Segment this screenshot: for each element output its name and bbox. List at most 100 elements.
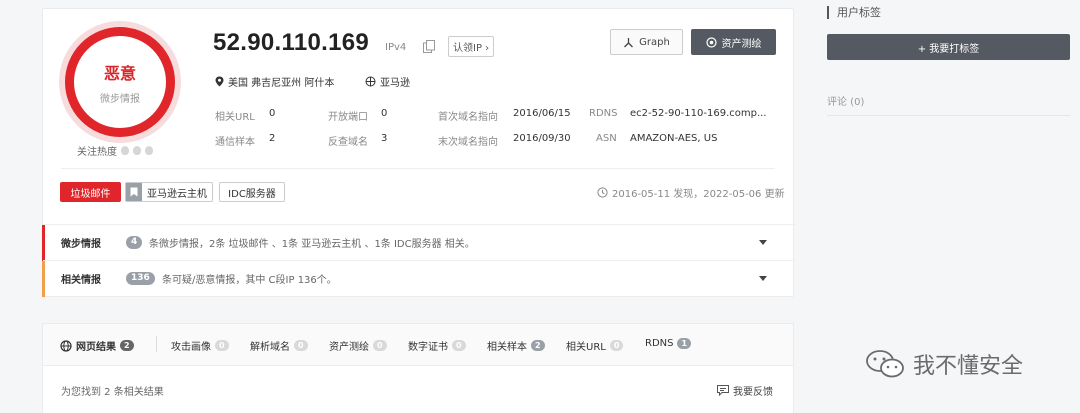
- tab-label: 资产测绘: [329, 342, 369, 353]
- user-tags-title: 用户标签: [827, 6, 881, 19]
- stat-value: 3: [381, 133, 388, 144]
- tab-count: 0: [373, 340, 387, 351]
- tab-count: 0: [215, 340, 229, 351]
- network-icon: [365, 76, 376, 87]
- stat-label: 末次域名指向: [438, 137, 498, 148]
- threat-level: 恶意: [103, 63, 136, 83]
- tab-label: RDNS: [645, 338, 674, 349]
- related-count: 136: [126, 272, 155, 285]
- threat-level-badge: 恶意 微步情报: [65, 27, 175, 137]
- page: 恶意 微步情报 关注热度 52.90.110.169 IPv4 认领IP › G…: [0, 0, 1080, 413]
- ip-summary-card: 恶意 微步情报 关注热度 52.90.110.169 IPv4 认领IP › G…: [42, 8, 795, 297]
- stat-value: 2: [269, 133, 276, 144]
- radar-icon: [705, 36, 717, 48]
- tab-label: 解析域名: [250, 342, 290, 353]
- graph-button[interactable]: Graph: [610, 29, 683, 55]
- tab-attack-profile[interactable]: 攻击画像 0: [171, 338, 229, 353]
- stat-last-dns: 末次域名指向 2016/09/30: [438, 133, 571, 148]
- stat-value: 2016/09/30: [513, 133, 571, 144]
- tabs-card: 网页结果 2 攻击画像 0 解析域名 0 资产测绘 0 数字证书 0 相关样本: [42, 323, 794, 413]
- related-intel-row[interactable]: 相关情报 136 条可疑/恶意情报，其中 C段IP 136个。: [42, 260, 795, 297]
- wechat-icon: [866, 350, 904, 378]
- caret-down-icon[interactable]: [759, 240, 767, 245]
- comments-label[interactable]: 评论 (0): [827, 93, 864, 108]
- caret-down-icon[interactable]: [759, 276, 767, 281]
- tab-count: 2: [120, 340, 134, 351]
- watermark-text: 我不懂安全: [913, 354, 1024, 379]
- tag-aws[interactable]: 亚马逊云主机: [125, 182, 213, 202]
- isp-text: 亚马逊: [380, 78, 410, 89]
- timestamps-text: 2016-05-11 发现，2022-05-06 更新: [612, 189, 785, 200]
- stat-value: 0: [269, 108, 276, 119]
- tab-label: 相关URL: [566, 342, 606, 353]
- intel-desc: 条微步情报，2条 垃圾邮件 、1条 亚马逊云主机 、1条 IDC服务器 相关。: [149, 239, 475, 250]
- copy-icon[interactable]: [423, 40, 435, 53]
- divider: [61, 168, 775, 169]
- tab-certificates[interactable]: 数字证书 0: [408, 338, 466, 353]
- intel-count: 4: [126, 236, 143, 249]
- tab-rdns[interactable]: RDNS 1: [645, 338, 692, 349]
- divider: [156, 336, 157, 352]
- graph-icon: [624, 37, 634, 47]
- location-text: 美国 弗吉尼亚州 阿什本: [228, 78, 335, 89]
- stat-asn: ASN AMAZON-AES, US: [596, 133, 717, 144]
- ip-address: 52.90.110.169: [213, 29, 370, 56]
- tag-aws-label: 亚马逊云主机: [147, 188, 207, 200]
- tab-label: 网页结果: [76, 342, 116, 353]
- bookmark-icon: [126, 183, 142, 201]
- stat-open-ports: 开放端口 0: [328, 108, 387, 123]
- stat-label: ASN: [596, 133, 617, 144]
- threat-source: 微步情报: [100, 93, 140, 105]
- stat-value: AMAZON-AES, US: [630, 133, 718, 144]
- tab-resolved-domains[interactable]: 解析域名 0: [250, 338, 308, 353]
- comment-icon: [717, 385, 729, 396]
- tab-label: 相关样本: [487, 342, 527, 353]
- globe-icon: [60, 339, 72, 352]
- stat-label: 反查域名: [328, 137, 368, 148]
- stat-value: ec2-52-90-110-169.comp...: [630, 108, 767, 119]
- feedback-button[interactable]: 我要反馈: [717, 383, 773, 398]
- clock-icon: [597, 187, 608, 198]
- location-pin-icon: [215, 76, 224, 87]
- severity-bar: [42, 225, 45, 261]
- stat-label: 开放端口: [328, 112, 368, 123]
- graph-button-label: Graph: [639, 36, 670, 48]
- tab-related-url[interactable]: 相关URL 0: [566, 338, 624, 353]
- ip-version: IPv4: [385, 42, 407, 53]
- related-desc: 条可疑/恶意情报，其中 C段IP 136个。: [162, 275, 337, 286]
- stat-comm-samples: 通信样本 2: [215, 133, 275, 148]
- tag-spam[interactable]: 垃圾邮件: [60, 182, 121, 202]
- isp: 亚马逊: [365, 74, 410, 89]
- claim-ip-button[interactable]: 认领IP ›: [448, 36, 495, 57]
- related-title: 相关情报: [61, 275, 101, 286]
- asset-mapping-button[interactable]: 资产测绘: [691, 29, 776, 55]
- stat-value: 0: [381, 108, 388, 119]
- tab-count: 0: [609, 340, 624, 351]
- severity-bar: [42, 261, 45, 297]
- add-tag-button[interactable]: + 我要打标签: [827, 34, 1070, 60]
- tag-idc[interactable]: IDC服务器: [219, 182, 285, 202]
- asset-mapping-label: 资产测绘: [721, 38, 762, 50]
- result-count: 为您找到 2 条相关结果: [61, 387, 164, 398]
- claim-ip-label: 认领IP: [453, 43, 482, 54]
- tab-web-results[interactable]: 网页结果 2: [60, 338, 134, 353]
- stat-label: 通信样本: [215, 137, 255, 148]
- stat-label: 首次域名指向: [438, 112, 498, 123]
- stat-label: RDNS: [589, 108, 618, 119]
- tab-count: 0: [452, 340, 466, 351]
- watermark: 我不懂安全: [865, 348, 1023, 380]
- stat-related-url: 相关URL 0: [215, 108, 275, 123]
- tab-related-samples[interactable]: 相关样本 2: [487, 338, 545, 353]
- stat-first-dns: 首次域名指向 2016/06/15: [438, 108, 571, 123]
- heat-label: 关注热度: [77, 147, 117, 158]
- threatbook-intel-row[interactable]: 微步情报 4 条微步情报，2条 垃圾邮件 、1条 亚马逊云主机 、1条 IDC服…: [42, 224, 795, 261]
- tab-asset-mapping[interactable]: 资产测绘 0: [329, 338, 387, 353]
- stat-rdns: RDNS ec2-52-90-110-169.comp...: [589, 108, 767, 119]
- tab-count: 2: [531, 340, 545, 351]
- tab-count: 0: [294, 340, 308, 351]
- tab-label: 攻击画像: [171, 342, 211, 353]
- flame-icon: [145, 146, 153, 155]
- tab-count: 1: [677, 338, 692, 349]
- location: 美国 弗吉尼亚州 阿什本: [215, 74, 334, 89]
- divider: [827, 115, 1070, 116]
